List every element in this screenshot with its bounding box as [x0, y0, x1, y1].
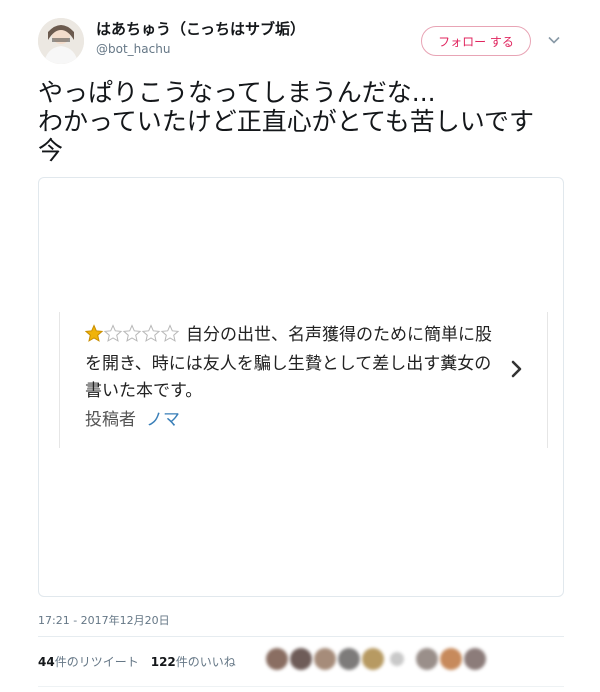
star-empty-icon: [160, 324, 180, 342]
liker-avatar[interactable]: [440, 648, 462, 670]
embedded-card[interactable]: 自分の出世、名声獲得のために簡単に股を開き、時には友人を騙し生贄として差し出す糞…: [38, 177, 564, 597]
like-label: 件のいいね: [175, 655, 236, 669]
tweet-stats: 44件のリツイート 122件のいいね: [38, 653, 236, 670]
liker-avatar[interactable]: [290, 648, 312, 670]
like-stat[interactable]: 122件のいいね: [151, 655, 236, 669]
follow-button[interactable]: フォロー する: [421, 26, 531, 56]
chevron-right-icon[interactable]: [507, 357, 527, 381]
retweet-label: 件のリツイート: [54, 655, 139, 669]
liker-avatar[interactable]: [338, 648, 360, 670]
liker-avatar[interactable]: [390, 652, 404, 666]
author-label: 投稿者: [85, 410, 136, 430]
star-empty-icon: [141, 324, 161, 342]
liker-avatar[interactable]: [266, 648, 288, 670]
liker-avatar[interactable]: [416, 648, 438, 670]
liker-avatars[interactable]: [266, 646, 506, 674]
liker-avatar[interactable]: [362, 648, 384, 670]
retweet-stat[interactable]: 44件のリツイート: [38, 655, 139, 669]
retweet-count: 44: [38, 655, 55, 669]
display-name[interactable]: はあちゅう（こっちはサブ垢）: [96, 18, 305, 39]
review-author-line: 投稿者 ノマ: [85, 407, 505, 434]
review-excerpt[interactable]: 自分の出世、名声獲得のために簡単に股を開き、時には友人を騙し生贄として差し出す糞…: [59, 312, 549, 448]
stars-svg: [84, 324, 180, 342]
tweet-timestamp[interactable]: 17:21 - 2017年12月20日: [38, 612, 170, 628]
star-rating: [84, 324, 180, 351]
star-empty-icon: [103, 324, 123, 342]
review-body: 自分の出世、名声獲得のために簡単に股を開き、時には友人を騙し生贄として差し出す糞…: [84, 322, 505, 434]
liker-avatar[interactable]: [314, 648, 336, 670]
liker-avatar[interactable]: [464, 648, 486, 670]
like-count: 122: [150, 655, 176, 669]
avatar[interactable]: [38, 18, 84, 64]
tweet-text: やっぱりこうなってしまうんだな... わかっていたけど正直心がとても苦しいです …: [38, 78, 535, 165]
review-right-border: [547, 312, 548, 448]
divider: [38, 686, 564, 687]
divider: [38, 636, 564, 637]
star-filled-icon: [84, 324, 104, 342]
author-link[interactable]: ノマ: [146, 410, 180, 430]
user-handle[interactable]: @bot_hachu: [96, 42, 170, 56]
review-left-border: [59, 312, 60, 448]
chevron-down-icon[interactable]: [546, 32, 562, 48]
star-empty-icon: [122, 324, 142, 342]
avatar-image-icon: [38, 18, 84, 64]
